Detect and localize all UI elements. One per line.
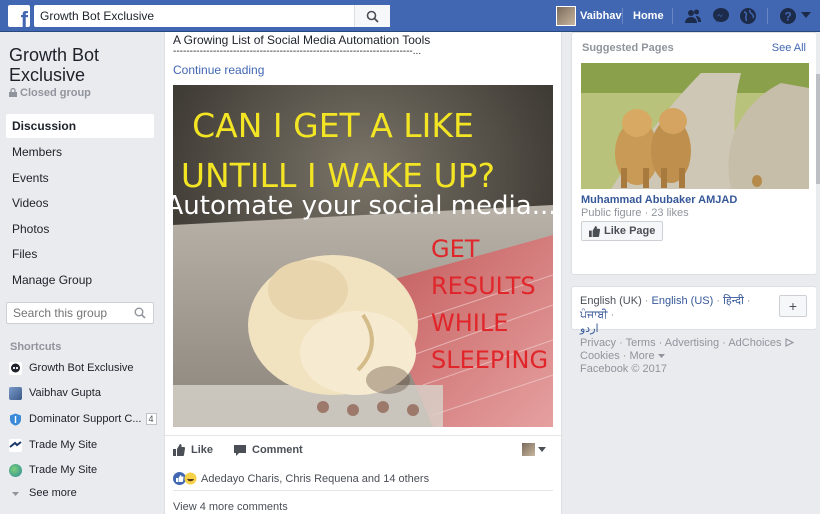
divider [767,8,768,24]
skull-group-icon [9,361,22,375]
search-button[interactable] [354,5,390,27]
post-card: A Growing List of Social Media Automatio… [164,32,563,514]
adchoices-icon[interactable] [785,338,794,347]
search-icon [366,10,379,23]
nav-members[interactable]: Members [6,140,154,166]
continue-reading-link[interactable]: Continue reading [173,63,264,77]
nav-manage-group[interactable]: Manage Group [6,268,154,294]
suggested-pages-card: Suggested Pages See All Muhammad Abubake… [571,32,817,275]
post-image[interactable]: CAN I GET A LIKE UNTILL I WAKE UP? Autom… [173,85,553,427]
post-text: A Growing List of Social Media Automatio… [173,33,431,47]
group-privacy: Closed group [9,87,91,99]
footer-line-1[interactable]: Privacy · Terms · Advertising · AdChoice… [580,337,782,349]
avatar [556,6,576,26]
group-search [6,302,154,324]
reaction-selector[interactable] [522,443,552,456]
profile-picture-icon [9,386,22,400]
group-search-input[interactable] [7,303,127,323]
lion-cubs-image [581,63,809,189]
nav-files[interactable]: Files [6,242,154,268]
search-icon[interactable] [134,307,146,319]
shortcuts-heading: Shortcuts [10,341,62,353]
footer-line-2[interactable]: Cookies · More [580,350,655,362]
language-link[interactable]: English (US) [652,295,714,307]
suggested-page-image[interactable] [581,63,809,189]
divider [672,8,673,24]
svg-text:?: ? [784,10,791,24]
thumbs-up-icon [589,225,600,237]
left-sidebar: Growth Bot Exclusive Closed group Discus… [0,32,164,514]
page-scrollbar[interactable] [816,32,820,514]
notifications-globe-icon[interactable] [739,7,757,25]
nav-discussion[interactable]: Discussion [6,114,154,138]
puppy-meme-image: CAN I GET A LIKE UNTILL I WAKE UP? Autom… [173,85,553,427]
language-link[interactable]: हिन्दी [723,295,744,307]
thumbs-up-icon [173,444,185,456]
language-link[interactable]: ਪੰਜਾਬੀ [580,309,608,321]
notification-badge: 4 [145,413,157,425]
chevron-down-icon [12,491,19,496]
suggested-pages-heading: Suggested Pages [582,42,674,54]
shortcut-item[interactable]: Trade My Site [9,436,97,454]
shortcut-item[interactable]: Dominator Support C... 4 [9,410,157,428]
haha-reaction-icon [184,472,197,485]
chevron-down-icon [538,446,546,452]
help-icon[interactable]: ? [779,7,797,25]
search-input[interactable] [34,5,354,27]
see-all-link[interactable]: See All [772,42,806,54]
messages-icon[interactable] [712,7,730,25]
friend-requests-icon[interactable] [684,7,702,25]
scrollbar-thumb[interactable] [816,74,820,184]
group-nav: Discussion Members Events Videos Photos … [6,114,154,293]
shortcut-item[interactable]: Growth Bot Exclusive [9,359,134,377]
nav-events[interactable]: Events [6,166,154,192]
meme-line-1: CAN I GET A LIKE [192,106,474,145]
facebook-logo-icon[interactable]: f [8,5,30,27]
profile-link[interactable]: Vaibhav [556,0,622,32]
shortcut-item[interactable]: Trade My Site [9,461,97,479]
footer-links: Privacy · Terms · Advertising · AdChoice… [580,337,808,376]
top-bar: f Vaibhav Home ? [0,0,820,32]
suggested-page-name[interactable]: Muhammad Abubaker AMJAD [581,194,737,206]
more-languages-button[interactable]: + [779,295,807,317]
chevron-down-icon[interactable] [657,354,665,359]
meme-line-3: Automate your social media... [173,191,553,221]
see-more-link[interactable]: See more [9,484,77,502]
comment-button[interactable]: Comment [234,444,303,456]
post-text-divider: ----------------------------------------… [173,46,422,57]
reactions-summary[interactable]: Adedayo Charis, Chris Requena and 14 oth… [173,467,553,491]
copyright: Facebook © 2017 [580,363,667,375]
current-language: English (UK) [580,295,642,307]
meme-red-4: SLEEPING [431,346,548,374]
meme-red-1: GET [431,235,480,263]
trade-site-icon [9,438,22,452]
globe-group-icon [9,463,22,477]
like-button[interactable]: Like [173,444,213,456]
search-bar [34,5,390,27]
dropdown-caret-icon[interactable] [801,12,811,20]
shield-group-icon [9,413,22,426]
divider [622,8,623,24]
meme-red-3: WHILE [431,309,508,337]
group-title[interactable]: Growth Bot Exclusive [9,45,159,85]
suggested-page-meta: Public figure · 23 likes [581,207,689,219]
language-list: English (UK) · English (US) · हिन्दी · ਪ… [580,295,751,335]
comment-icon [234,445,246,456]
nav-videos[interactable]: Videos [6,191,154,217]
post-actions: Like Comment [165,435,563,461]
lock-icon [9,87,17,97]
language-link[interactable]: اردو [580,323,599,335]
view-more-comments-link[interactable]: View 4 more comments [173,501,288,513]
avatar [522,443,535,456]
user-name: Vaibhav [580,10,622,22]
like-page-button[interactable]: Like Page [581,221,664,241]
home-link[interactable]: Home [633,0,664,32]
meme-line-2: UNTILL I WAKE UP? [181,156,495,195]
nav-photos[interactable]: Photos [6,217,154,243]
shortcut-item[interactable]: Vaibhav Gupta [9,384,101,402]
meme-red-2: RESULTS [431,272,536,300]
